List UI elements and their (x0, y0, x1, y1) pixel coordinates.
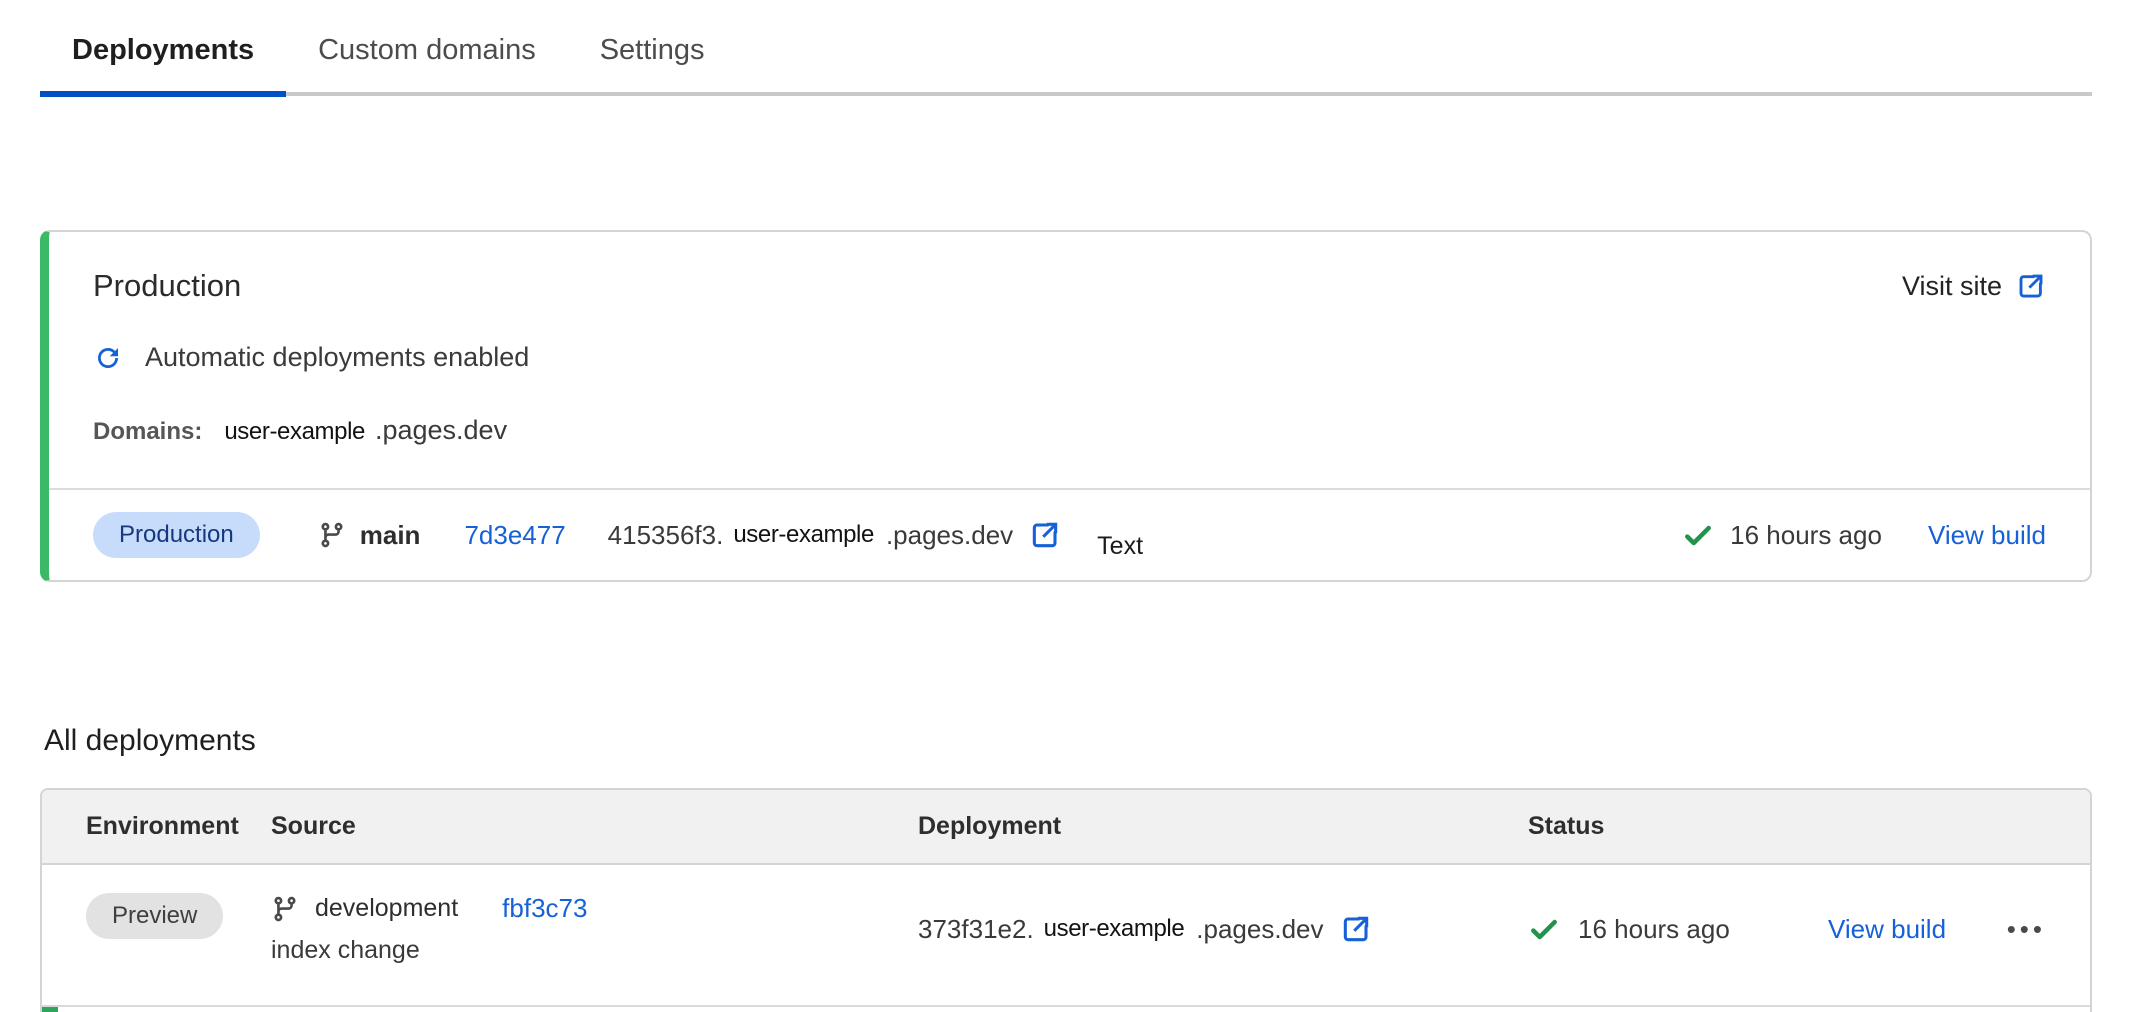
environment-badge-production: Production (93, 512, 260, 558)
success-check-icon (1528, 913, 1560, 945)
production-domain-suffix: .pages.dev (375, 415, 507, 446)
actions-cell: View build ••• (1828, 893, 2046, 965)
external-link-icon[interactable] (1029, 519, 1061, 551)
deployments-table-header: Environment Source Deployment Status (42, 790, 2090, 865)
preview-deployment-suffix: .pages.dev (1196, 914, 1323, 945)
status-cell: 16 hours ago (1528, 893, 1828, 965)
deployment-cell: 373f31e2. user-example .pages.dev (918, 893, 1528, 965)
source-cell: development fbf3c73 index change (271, 893, 918, 965)
next-row-status-stripe (42, 1007, 58, 1012)
column-header-environment: Environment (86, 812, 271, 841)
production-deployment-row: Production main 7d3e477 415356f3. user-e… (49, 488, 2090, 580)
auto-deploy-refresh-icon (93, 343, 123, 373)
production-card: Production Visit site Automatic deploym (40, 230, 2092, 582)
visit-site-link[interactable]: Visit site (1902, 271, 2046, 302)
visit-site-label: Visit site (1902, 271, 2002, 302)
tab-custom-domains[interactable]: Custom domains (286, 34, 568, 92)
tab-settings[interactable]: Settings (568, 34, 737, 92)
external-link-icon (2016, 271, 2046, 301)
tab-deployments[interactable]: Deployments (40, 34, 286, 97)
commit-message: index change (271, 936, 420, 965)
production-deployment-suffix: .pages.dev (886, 520, 1013, 551)
preview-branch-name: development (315, 894, 458, 923)
production-branch-name: main (360, 520, 421, 551)
preview-view-build-link[interactable]: View build (1828, 914, 1946, 945)
domains-label: Domains: (93, 418, 202, 446)
all-deployments-heading: All deployments (44, 724, 2132, 758)
external-link-icon[interactable] (1340, 913, 1372, 945)
column-header-source: Source (271, 812, 918, 841)
production-deployment-id: 415356f3. (608, 520, 724, 551)
environment-cell: Preview (86, 893, 271, 965)
column-header-status: Status (1528, 812, 1828, 841)
preview-deploy-time: 16 hours ago (1578, 914, 1730, 945)
deployment-note-text: Text (1097, 532, 1143, 561)
preview-commit-link[interactable]: fbf3c73 (502, 893, 587, 924)
production-deployment-domain: user-example (733, 521, 874, 549)
success-check-icon (1682, 519, 1714, 551)
auto-deployments-text: Automatic deployments enabled (145, 342, 529, 373)
production-domain-name: user-example (224, 418, 365, 446)
git-branch-icon (271, 895, 299, 923)
tab-bar: Deployments Custom domains Settings (40, 0, 2092, 96)
more-options-icon[interactable]: ••• (2007, 916, 2046, 942)
deployment-table-row: Preview development fbf3c73 index change… (42, 865, 2090, 1007)
deployments-table: Environment Source Deployment Status Pre… (40, 788, 2092, 1012)
production-deploy-time: 16 hours ago (1730, 520, 1882, 551)
production-view-build-link[interactable]: View build (1928, 520, 2046, 551)
production-card-title: Production (93, 268, 241, 304)
production-commit-link[interactable]: 7d3e477 (464, 520, 565, 551)
environment-badge-preview: Preview (86, 893, 223, 939)
git-branch-icon (318, 521, 346, 549)
preview-deployment-id: 373f31e2. (918, 914, 1034, 945)
column-header-deployment: Deployment (918, 812, 1528, 841)
preview-deployment-domain: user-example (1044, 915, 1185, 943)
